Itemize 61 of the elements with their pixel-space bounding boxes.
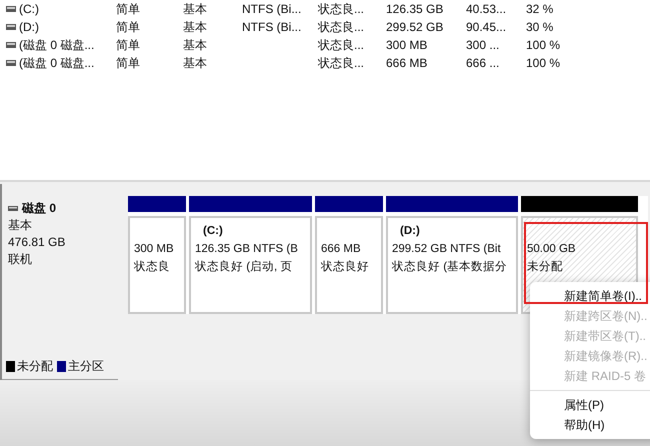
legend-label: 主分区 [68, 358, 104, 375]
table-cell: (磁盘 0 磁盘... [19, 36, 94, 54]
table-cell: 32 % [526, 2, 554, 16]
drive-icon [6, 24, 16, 30]
table-cell: 简单 [116, 36, 140, 54]
partition-status: 状态良好 (启动, 页 [195, 260, 294, 275]
table-cell: 126.35 GB [386, 2, 444, 16]
table-cell: 简单 [116, 18, 140, 36]
partition-size: 50.00 GB [527, 242, 577, 257]
partition-status: 状态良好 [321, 260, 370, 275]
partition-size: 126.35 GB NTFS (B [195, 242, 299, 257]
drive-icon [6, 42, 16, 48]
table-cell: 状态良... [318, 54, 364, 72]
table-cell: 100 % [526, 56, 560, 70]
partition-bar [128, 196, 186, 212]
partition-block[interactable]: (C:) 126.35 GB NTFS (B 状态良好 (启动, 页 [189, 216, 312, 314]
table-cell: 666 ... [466, 56, 500, 70]
table-cell: 666 MB [386, 56, 428, 70]
drive-icon [6, 60, 16, 66]
table-cell: NTFS (Bi... [242, 2, 302, 16]
partition-block[interactable]: (D:) 299.52 GB NTFS (Bit 状态良好 (基本数据分 [386, 216, 518, 314]
partition-label: (C:) [202, 224, 224, 239]
partition-status: 状态良 [134, 260, 171, 275]
partition-size: 666 MB [321, 242, 362, 257]
table-cell: (C:) [19, 2, 39, 16]
table-cell: 300 ... [466, 38, 500, 52]
table-cell: 简单 [116, 54, 140, 72]
disk-name: 磁盘 0 [22, 200, 56, 217]
legend-label: 未分配 [17, 358, 53, 375]
menu-item[interactable]: 帮助(H) [530, 415, 650, 435]
table-cell: 基本 [183, 0, 207, 18]
partition-size: 300 MB [134, 242, 175, 257]
drive-icon [6, 6, 16, 12]
partition-block[interactable]: 300 MB 状态良 [128, 216, 186, 314]
table-cell: 基本 [183, 54, 207, 72]
table-cell: 简单 [116, 0, 140, 18]
table-cell: 40.53... [466, 2, 506, 16]
table-cell: 状态良... [318, 0, 364, 18]
partition-status: 状态良好 (基本数据分 [392, 260, 508, 275]
table-cell: 300 MB [386, 38, 428, 52]
disk-icon [8, 206, 18, 211]
table-cell: 基本 [183, 18, 207, 36]
menu-item[interactable]: 属性(P) [530, 395, 650, 415]
table-cell: 100 % [526, 38, 560, 52]
table-cell: (磁盘 0 磁盘... [19, 54, 94, 72]
table-cell: 状态良... [318, 18, 364, 36]
partition-status: 未分配 [527, 260, 564, 275]
table-cell: NTFS (Bi... [242, 20, 302, 34]
partition-bar [315, 196, 383, 212]
table-cell: 基本 [183, 36, 207, 54]
table-cell: (D:) [19, 20, 39, 34]
table-cell: 299.52 GB [386, 20, 444, 34]
table-cell: 状态良... [318, 36, 364, 54]
disk-state: 联机 [8, 251, 33, 268]
disk-size: 476.81 GB [8, 234, 66, 251]
partition-label: (D:) [399, 224, 421, 239]
table-cell: 30 % [526, 20, 554, 34]
table-cell: 90.45... [466, 20, 506, 34]
partition-size: 299.52 GB NTFS (Bit [392, 242, 502, 257]
partition-block[interactable]: 666 MB 状态良好 [315, 216, 383, 314]
disk-type: 基本 [8, 217, 33, 234]
